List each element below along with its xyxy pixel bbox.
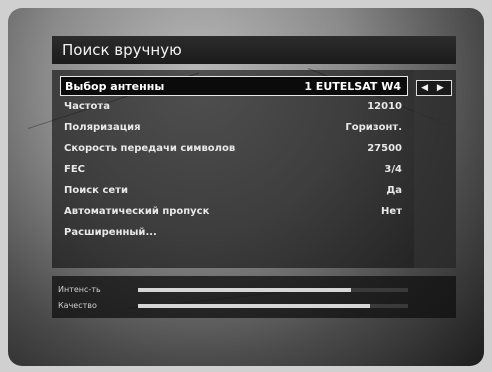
row-label: FEC [64, 164, 86, 175]
row-value: Горизонт. [345, 122, 402, 133]
settings-panel: Выбор антенны 1 EUTELSAT W4 Частота 1201… [52, 70, 414, 268]
row-value: 12010 [367, 101, 402, 112]
row-value: Нет [381, 206, 402, 217]
signal-quality-fill [138, 304, 371, 308]
row-label: Выбор антенны [65, 80, 165, 93]
row-frequency[interactable]: Частота 12010 [60, 97, 408, 117]
row-antenna-select[interactable]: Выбор антенны 1 EUTELSAT W4 [60, 76, 408, 96]
row-fec[interactable]: FEC 3/4 [60, 160, 408, 180]
row-value: 1 EUTELSAT W4 [304, 80, 401, 93]
signal-quality-meter [138, 304, 408, 308]
left-right-arrows-icon[interactable]: ◀ ▶ [416, 80, 452, 96]
row-label: Поляризация [64, 122, 141, 133]
row-label: Скорость передачи символов [64, 143, 236, 154]
row-auto-skip[interactable]: Автоматический пропуск Нет [60, 202, 408, 222]
row-label: Расширенный... [64, 227, 157, 238]
signal-strength-label: Интенс-ть [58, 285, 101, 294]
row-value: 27500 [367, 143, 402, 154]
row-label: Поиск сети [64, 185, 128, 196]
signal-strength-meter [138, 288, 408, 292]
row-advanced[interactable]: Расширенный... [60, 223, 408, 243]
signal-strength-fill [138, 288, 352, 292]
row-label: Частота [64, 101, 110, 112]
row-polarization[interactable]: Поляризация Горизонт. [60, 118, 408, 138]
row-symbol-rate[interactable]: Скорость передачи символов 27500 [60, 139, 408, 159]
row-label: Автоматический пропуск [64, 206, 210, 217]
row-network-search[interactable]: Поиск сети Да [60, 181, 408, 201]
row-value: Да [386, 185, 402, 196]
page-title: Поиск вручную [52, 36, 456, 64]
signal-quality-label: Качество [58, 301, 97, 310]
signal-panel: Интенс-ть Качество [52, 276, 456, 318]
side-column [414, 70, 456, 268]
row-value: 3/4 [384, 164, 402, 175]
